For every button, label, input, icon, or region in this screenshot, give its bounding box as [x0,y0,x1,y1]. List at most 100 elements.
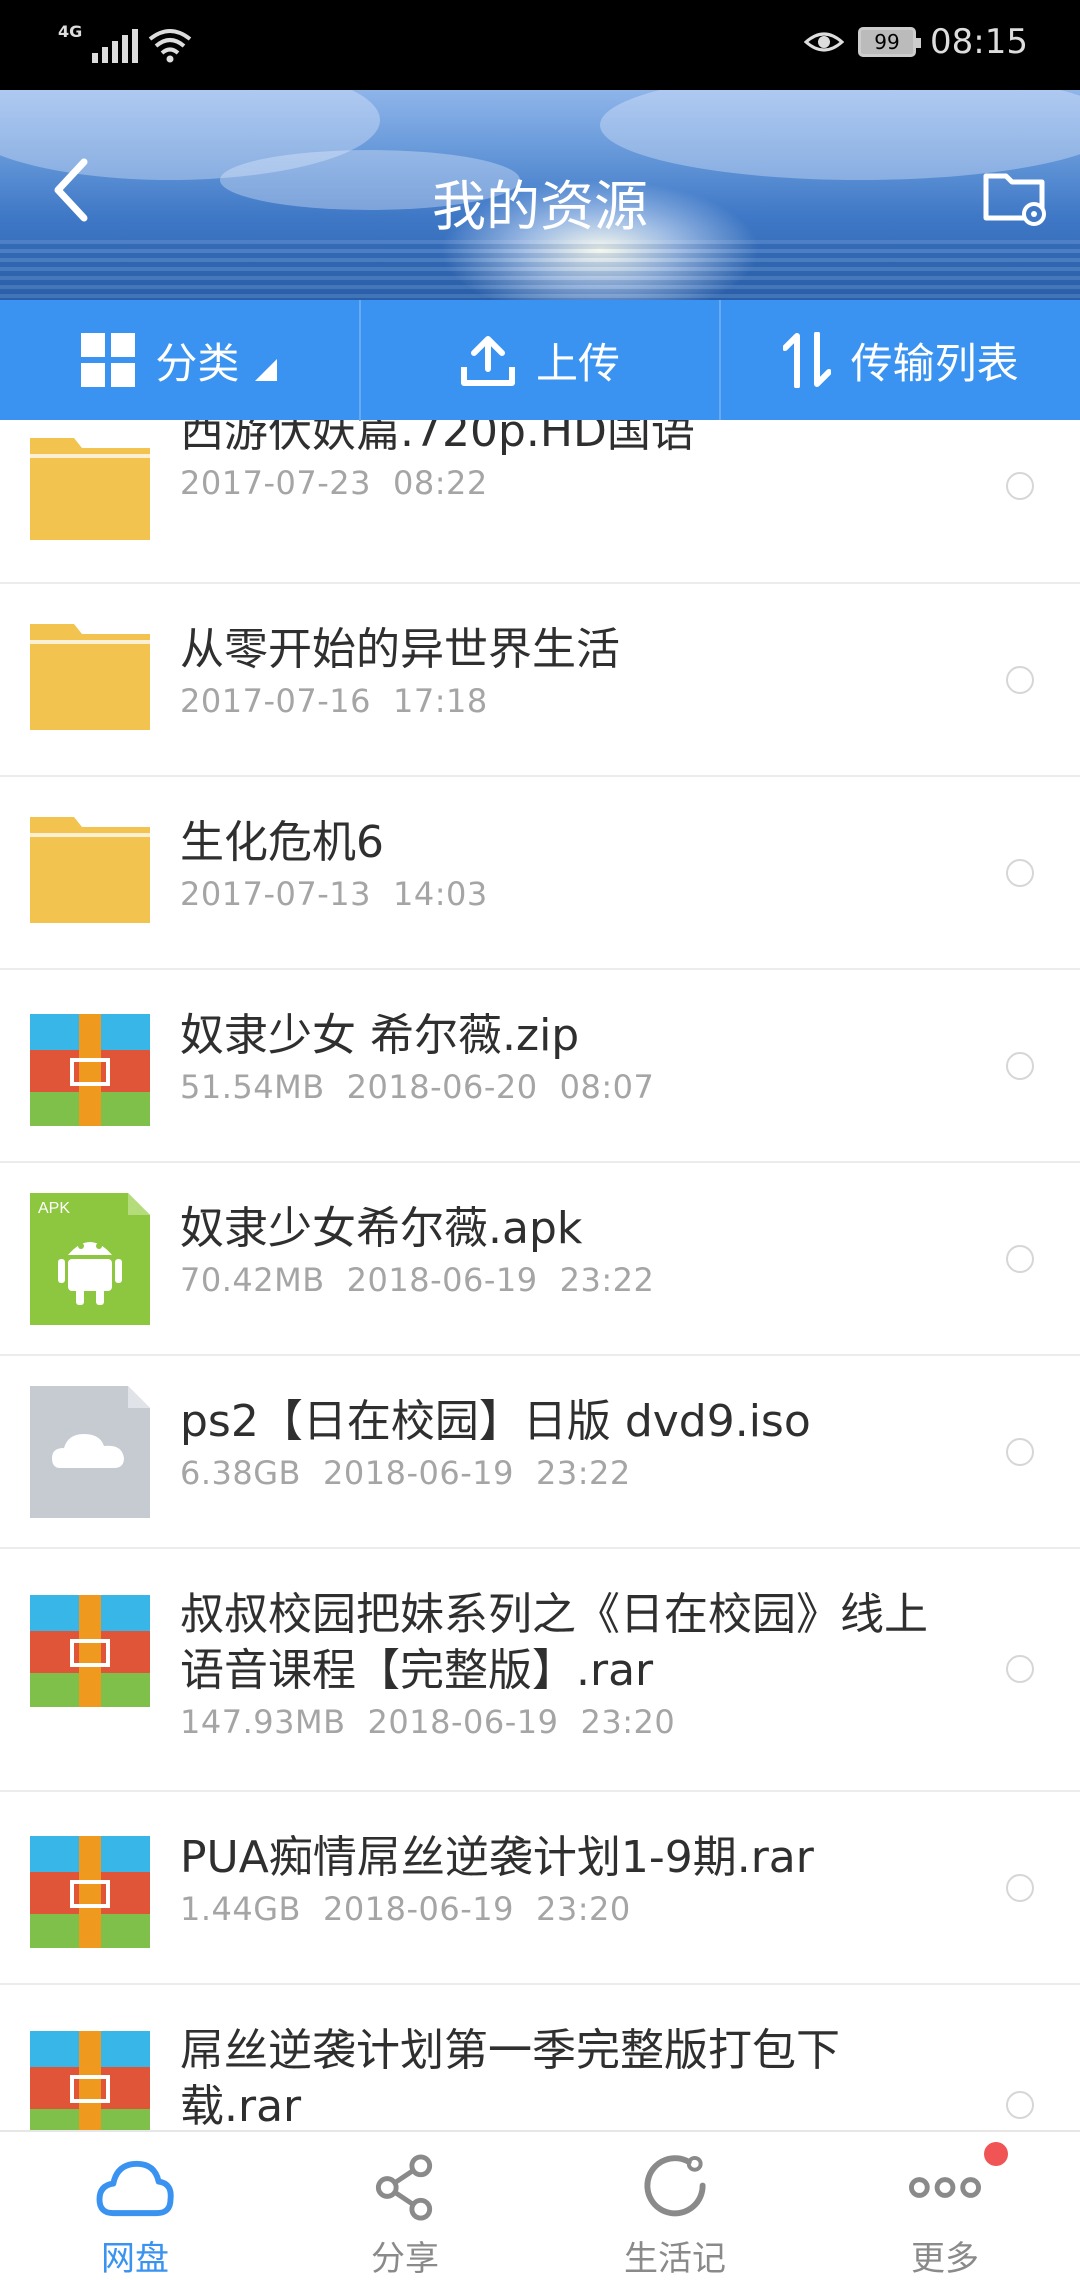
file-meta: 51.54MB 2018-06-20 08:07 [180,1068,950,1106]
bottom-navigation: 网盘 分享 生活记 更多 [0,2130,1080,2280]
action-toolbar: 分类 上传 传输列表 [0,300,1080,420]
file-row[interactable]: 奴隶少女 希尔薇.zip 51.54MB 2018-06-20 08:07 [0,970,1080,1163]
file-name: 奴隶少女 希尔薇.zip [180,1010,580,1061]
file-time: 23:20 [535,1890,631,1928]
file-row[interactable]: APK 奴隶少女希尔薇.apk 70.42MB 2018-06-19 23:22 [0,1163,1080,1356]
folder-icon [30,438,150,540]
select-checkbox[interactable] [1006,1438,1034,1466]
file-row[interactable]: 屌丝逆袭计划第一季完整版打包下载.rar [0,1985,1080,2130]
file-row[interactable]: ps2【日在校园】日版 dvd9.iso 6.38GB 2018-06-19 23:… [0,1356,1080,1549]
file-time: 23:22 [535,1454,631,1492]
category-button[interactable]: 分类 [0,300,361,420]
file-size: 6.38GB [180,1454,301,1492]
select-checkbox[interactable] [1006,1655,1034,1683]
file-meta: 2017-07-13 14:03 [180,875,950,913]
upload-icon [461,336,515,386]
file-row[interactable]: 生化危机6 2017-07-13 14:03 [0,777,1080,970]
select-checkbox[interactable] [1006,2091,1034,2119]
nav-label: 更多 [911,2239,979,2279]
nav-tab-more[interactable]: 更多 [810,2132,1080,2280]
transfer-list-button[interactable]: 传输列表 [721,300,1080,420]
eye-icon [804,32,845,52]
header-banner: 我的资源 [0,90,1080,300]
apk-badge: APK [38,1200,70,1217]
file-time: 23:20 [580,1703,676,1741]
file-time: 14:03 [392,875,488,913]
select-checkbox[interactable] [1006,1874,1034,1902]
folder-settings-icon [983,173,1046,226]
nav-label: 网盘 [101,2239,169,2279]
upload-button[interactable]: 上传 [361,300,722,420]
file-row[interactable]: 叔叔校园把妹系列之《日在校园》线上语音课程【完整版】.rar 147.93MB 2… [0,1549,1080,1792]
file-meta: 1.44GB 2018-06-19 23:20 [180,1890,950,1928]
file-name: 屌丝逆袭计划第一季完整版打包下载.rar [180,2025,840,2130]
file-meta: 2017-07-16 17:18 [180,682,950,720]
file-date: 2018-06-20 [346,1068,538,1106]
file-row[interactable]: 从零开始的异世界生活 2017-07-16 17:18 [0,584,1080,777]
file-meta: 147.93MB 2018-06-19 23:20 [180,1703,950,1741]
nav-tab-netdisk[interactable]: 网盘 [0,2132,270,2280]
file-date: 2018-06-19 [367,1703,559,1741]
dropdown-triangle-icon [255,359,278,381]
file-date: 2017-07-13 [180,875,371,913]
file-date: 2018-06-19 [323,1890,514,1928]
file-list: 西游伏妖篇.720p.HD国语 2017-07-23 08:22 从零开始的异世界… [0,420,1080,2130]
apk-file-icon: APK [30,1193,150,1325]
archive-icon [30,2031,150,2130]
more-dots-icon [909,2177,981,2198]
folder-icon [30,624,150,730]
select-checkbox[interactable] [1006,1245,1034,1273]
file-size: 70.42MB [180,1261,325,1299]
status-right: 99 08:15 [804,22,1028,62]
refresh-circle-icon [644,2155,706,2217]
file-date: 2017-07-23 [180,464,371,502]
file-time: 08:07 [559,1068,655,1106]
file-name: 西游伏妖篇.720p.HD国语 [180,420,695,457]
page-title: 我的资源 [432,175,648,238]
unknown-file-icon [30,1386,150,1518]
network-type: 4G [58,22,83,41]
file-size: 1.44GB [180,1890,301,1928]
archive-icon [30,1595,150,1707]
file-row[interactable]: PUA痴情屌丝逆袭计划1-9期.rar 1.44GB 2018-06-19 23:2… [0,1792,1080,1985]
folder-settings-button[interactable] [980,160,1052,232]
select-checkbox[interactable] [1006,1052,1034,1080]
archive-icon [30,1014,150,1126]
transfer-list-label: 传输列表 [850,338,1019,388]
file-name: PUA痴情屌丝逆袭计划1-9期.rar [180,1832,814,1883]
select-checkbox[interactable] [1006,859,1034,887]
signal-icon [92,27,139,63]
sea-waves [0,240,1080,300]
transfer-arrows-icon [782,332,831,388]
wifi-icon [149,29,192,63]
clock: 08:15 [930,22,1028,62]
category-label: 分类 [155,338,240,388]
nav-tab-share[interactable]: 分享 [270,2132,540,2280]
file-size: 51.54MB [180,1068,325,1106]
file-size: 147.93MB [180,1703,346,1741]
file-time: 08:22 [392,464,488,502]
share-icon [375,2154,433,2221]
notification-dot [984,2142,1008,2166]
file-row[interactable]: 西游伏妖篇.720p.HD国语 2017-07-23 08:22 [0,420,1080,584]
nav-tab-life-notes[interactable]: 生活记 [540,2132,810,2280]
status-bar: 4G 99 08:15 [0,0,1080,90]
file-name: 生化危机6 [180,817,384,868]
file-time: 23:22 [559,1261,655,1299]
archive-icon [30,1836,150,1948]
file-time: 17:18 [392,682,488,720]
file-date: 2018-06-19 [346,1261,538,1299]
file-name: 从零开始的异世界生活 [180,624,620,675]
select-checkbox[interactable] [1006,666,1034,694]
grid-icon [81,333,136,387]
battery-indicator: 99 [858,27,922,57]
file-meta: 2017-07-23 08:22 [180,464,950,502]
file-meta: 70.42MB 2018-06-19 23:22 [180,1261,950,1299]
file-name: 叔叔校园把妹系列之《日在校园》线上语音课程【完整版】.rar [180,1589,928,1696]
nav-label: 生活记 [624,2239,726,2279]
status-left: 4G [58,22,192,63]
file-name: ps2【日在校园】日版 dvd9.iso [180,1396,811,1447]
file-date: 2018-06-19 [323,1454,514,1492]
nav-label: 分享 [371,2239,439,2279]
select-checkbox[interactable] [1006,472,1034,500]
